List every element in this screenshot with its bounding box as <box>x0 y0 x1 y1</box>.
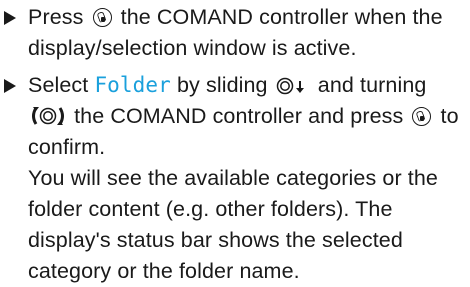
instruction-step-1: Press the COMAND controller when the dis… <box>0 2 470 64</box>
instruction-document: Press the COMAND controller when the dis… <box>0 0 470 283</box>
press-controller-icon <box>92 8 112 27</box>
folder-softkey-label: Folder <box>94 73 171 97</box>
slide-down-controller-icon <box>276 77 304 95</box>
bullet-arrow-icon <box>4 79 16 93</box>
bullet-arrow-icon <box>4 11 16 25</box>
step-2-text-b: by sliding <box>176 73 268 97</box>
instruction-step-2: Select Folder by sliding and turning the… <box>0 70 470 287</box>
press-controller-icon <box>412 107 432 126</box>
step-2-text-a: Select <box>28 73 89 97</box>
step-2-text-d: the COMAND controller and press <box>74 104 404 128</box>
step-2-text-c: and turning <box>317 73 427 97</box>
step-1-text-b: the COMAND controller when the display/s… <box>28 5 443 60</box>
step-1-text-a: Press <box>28 5 84 29</box>
step-2-result-text: You will see the available categories or… <box>28 166 438 283</box>
turn-controller-icon <box>32 107 64 125</box>
